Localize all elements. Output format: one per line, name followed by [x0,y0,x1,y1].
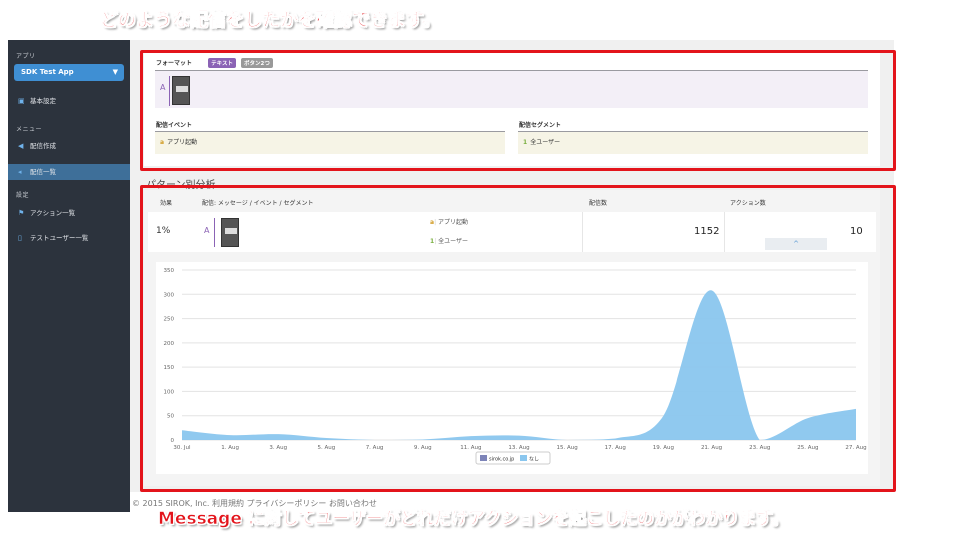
sidebar-item-create[interactable]: ◀ 配信作成 [8,138,130,154]
app-select-value: SDK Test App [21,68,74,76]
annotation-box-delivery [140,50,896,171]
sidebar-app-heading: アプリ [16,53,36,60]
sidebar-item-test-users[interactable]: ▯ テストユーザー一覧 [8,230,130,246]
sidebar-item-basic-settings[interactable]: ▣ 基本設定 [8,93,130,109]
sidebar-settings-heading: 設定 [16,192,30,199]
sidebar-item-label: 配信一覧 [30,168,56,176]
sidebar-item-label: アクション一覧 [30,209,76,217]
chevron-down-icon: ▼ [112,68,118,76]
sidebar-item-label: 配信作成 [30,142,56,150]
megaphone-icon: ◂ [18,168,22,176]
sidebar-item-label: 基本設定 [30,97,56,105]
mobile-icon: ▯ [18,234,22,242]
sidebar: アプリ SDK Test App ▼ ▣ 基本設定 メニュー ◀ 配信作成 ◂ 配信一… [8,40,130,512]
annotation-top-caption: どのような配信をしたかを確認できます。 [100,10,441,32]
flag-icon: ⚑ [18,209,25,217]
sidebar-item-label: テストユーザー一覧 [30,234,89,242]
send-icon: ◀ [18,142,24,150]
annotation-box-analysis [140,185,896,492]
sidebar-item-delivery-list[interactable]: ◂ 配信一覧 [8,164,130,180]
app-select[interactable]: SDK Test App ▼ [14,64,124,81]
sidebar-item-actions[interactable]: ⚑ アクション一覧 [8,205,130,221]
dashboard-icon: ▣ [18,97,25,105]
annotation-bottom-caption: Message に対してユーザーがどれだけアクションを起こしたのかがわかります。 [158,509,789,530]
sidebar-menu-heading: メニュー [16,126,43,133]
screenshot-stage: アプリ SDK Test App ▼ ▣ 基本設定 メニュー ◀ 配信作成 ◂ 配信一… [0,0,956,540]
